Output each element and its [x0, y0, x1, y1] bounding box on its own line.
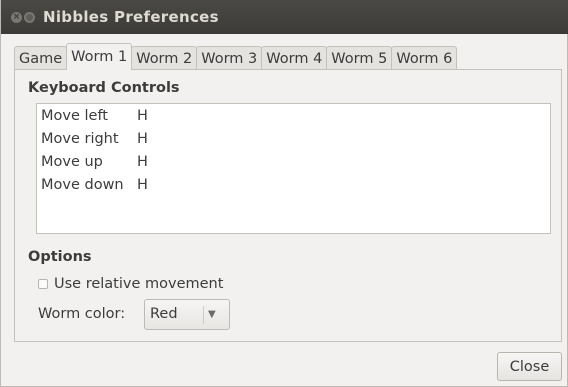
worm-color-label: Worm color:	[38, 306, 126, 322]
tab-bar: Game Worm 1 Worm 2 Worm 3 Worm 4 Worm 5 …	[14, 43, 458, 70]
control-action: Move left	[41, 108, 108, 124]
tab-worm-5[interactable]: Worm 5	[326, 46, 393, 70]
combo-separator	[203, 306, 204, 324]
relative-movement-checkbox[interactable]	[38, 279, 48, 289]
preferences-window: × Nibbles Preferences Game Worm 1 Worm 2…	[0, 0, 568, 387]
minimize-window-icon[interactable]	[24, 12, 35, 23]
control-key[interactable]: H	[137, 174, 148, 197]
tab-worm-6[interactable]: Worm 6	[391, 46, 458, 70]
control-action: Move right	[41, 131, 119, 147]
keyboard-controls-heading: Keyboard Controls	[28, 80, 180, 96]
worm-color-select[interactable]: Red ▼	[144, 299, 230, 330]
control-action: Move down	[41, 177, 124, 193]
titlebar: × Nibbles Preferences	[1, 0, 568, 34]
relative-movement-option[interactable]: Use relative movement	[38, 274, 223, 294]
tab-game[interactable]: Game	[14, 46, 68, 70]
relative-movement-label: Use relative movement	[54, 276, 224, 292]
control-action: Move up	[41, 154, 103, 170]
chevron-down-icon: ▼	[208, 309, 216, 320]
worm-1-panel: Keyboard Controls Move left H Move right…	[14, 69, 562, 342]
control-key[interactable]: H	[137, 128, 148, 151]
window-title: Nibbles Preferences	[43, 8, 219, 26]
tab-worm-1[interactable]: Worm 1	[66, 43, 133, 70]
tab-worm-4[interactable]: Worm 4	[261, 46, 328, 70]
control-key[interactable]: H	[137, 105, 148, 128]
tab-worm-3[interactable]: Worm 3	[196, 46, 263, 70]
tab-worm-2[interactable]: Worm 2	[131, 46, 198, 70]
options-heading: Options	[28, 249, 92, 265]
worm-color-value: Red	[150, 306, 178, 322]
control-key[interactable]: H	[137, 151, 148, 174]
keyboard-controls-list[interactable]: Move left H Move right H Move up H Move …	[36, 103, 551, 234]
close-window-icon[interactable]: ×	[11, 12, 22, 23]
close-button[interactable]: Close	[497, 352, 562, 381]
